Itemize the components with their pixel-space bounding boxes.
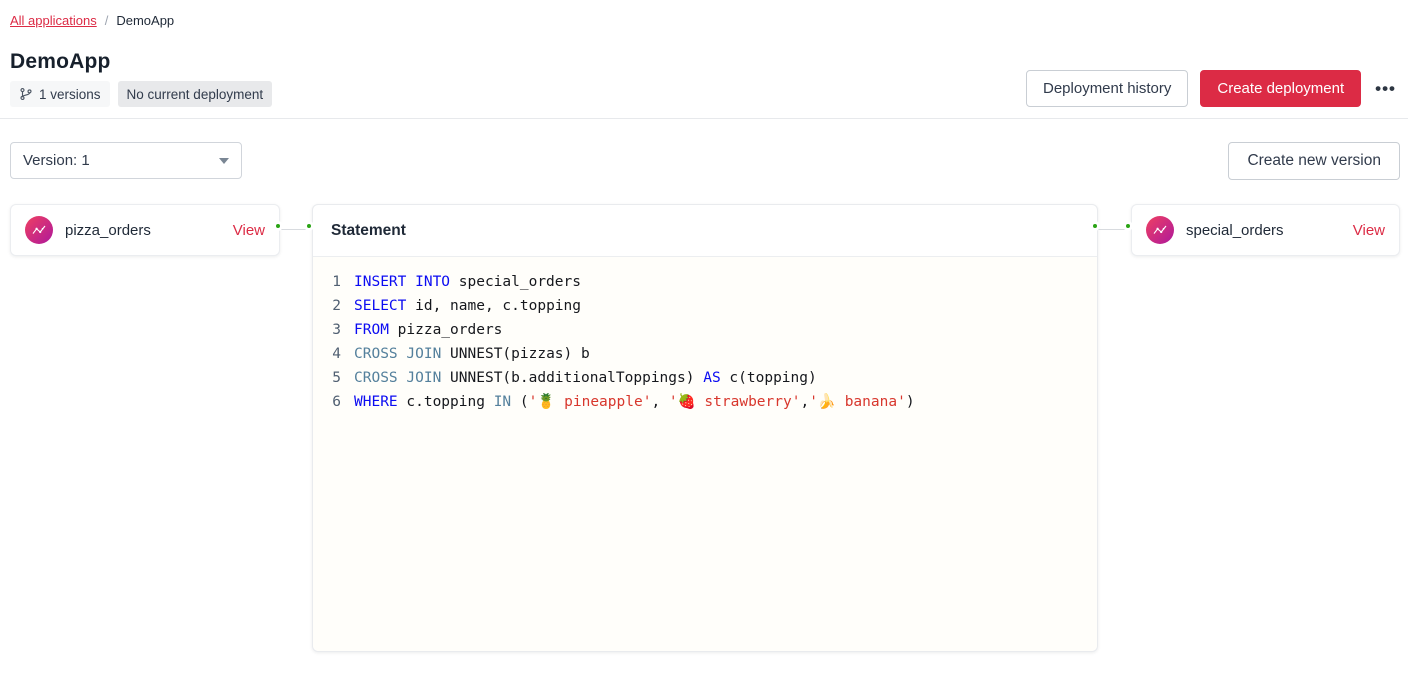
statement-header: Statement (313, 205, 1097, 257)
header-divider (0, 118, 1408, 119)
view-source-stream-link[interactable]: View (233, 222, 265, 239)
line-number: 1 (329, 270, 341, 294)
sql-code: 1 INSERT INTO special_orders 2 SELECT id, n… (329, 270, 1081, 414)
sql-code-line: 3 FROM pizza_orders (329, 318, 1081, 342)
sql-code-text: INSERT INTO special_orders (354, 270, 581, 294)
chevron-down-icon (219, 158, 229, 164)
line-number: 6 (329, 390, 341, 414)
application-detail-page: All applications / DemoApp DemoApp 1 ver… (0, 0, 1408, 684)
sql-code-line: 6 WHERE c.topping IN ('🍍 pineapple', '🍓 s… (329, 390, 1081, 414)
sql-code-text: FROM pizza_orders (354, 318, 502, 342)
sql-code-line: 2 SELECT id, name, c.topping (329, 294, 1081, 318)
no-deployment-badge: No current deployment (118, 81, 273, 107)
sql-code-text: CROSS JOIN UNNEST(pizzas) b (354, 342, 590, 366)
app-meta-row: 1 versions No current deployment (10, 81, 272, 107)
versions-chip: 1 versions (10, 81, 110, 107)
connector-dot (1090, 221, 1100, 231)
deployment-history-button[interactable]: Deployment history (1026, 70, 1188, 107)
connector-dot (273, 221, 283, 231)
statement-card: Statement 1 INSERT INTO special_orders 2 SE… (312, 204, 1098, 652)
stream-name: special_orders (1186, 222, 1284, 239)
sql-code-text: CROSS JOIN UNNEST(b.additionalToppings) … (354, 366, 817, 390)
sql-code-line: 5 CROSS JOIN UNNEST(b.additionalToppings)… (329, 366, 1081, 390)
connector-dot (1123, 221, 1133, 231)
header-actions: Deployment history Create deployment ••• (1026, 70, 1398, 107)
page-title: DemoApp (10, 50, 111, 74)
sql-code-line: 4 CROSS JOIN UNNEST(pizzas) b (329, 342, 1081, 366)
versions-count-label: 1 versions (39, 87, 101, 102)
statement-title: Statement (331, 222, 406, 240)
sql-code-text: WHERE c.topping IN ('🍍 pineapple', '🍓 st… (354, 390, 915, 414)
sql-code-line: 1 INSERT INTO special_orders (329, 270, 1081, 294)
stream-icon (25, 216, 53, 244)
create-deployment-button[interactable]: Create deployment (1200, 70, 1361, 107)
version-select-value: Version: 1 (23, 152, 90, 169)
line-number: 4 (329, 342, 341, 366)
line-number: 3 (329, 318, 341, 342)
sql-code-text: SELECT id, name, c.topping (354, 294, 581, 318)
breadcrumb: All applications / DemoApp (10, 13, 174, 28)
breadcrumb-current: DemoApp (116, 13, 174, 28)
connector-dot (304, 221, 314, 231)
sink-stream-card-special-orders[interactable]: special_orders View (1131, 204, 1400, 256)
more-options-ellipsis-icon[interactable]: ••• (1373, 79, 1398, 99)
source-stream-card-pizza-orders[interactable]: pizza_orders View (10, 204, 280, 256)
breadcrumb-all-applications-link[interactable]: All applications (10, 13, 97, 28)
create-new-version-button[interactable]: Create new version (1228, 142, 1400, 180)
view-sink-stream-link[interactable]: View (1353, 222, 1385, 239)
line-number: 5 (329, 366, 341, 390)
git-branch-icon (19, 87, 33, 101)
version-select[interactable]: Version: 1 (10, 142, 242, 179)
sql-editor: 1 INSERT INTO special_orders 2 SELECT id, n… (313, 257, 1097, 651)
line-number: 2 (329, 294, 341, 318)
stream-name: pizza_orders (65, 222, 151, 239)
breadcrumb-separator: / (105, 13, 109, 28)
stream-icon (1146, 216, 1174, 244)
